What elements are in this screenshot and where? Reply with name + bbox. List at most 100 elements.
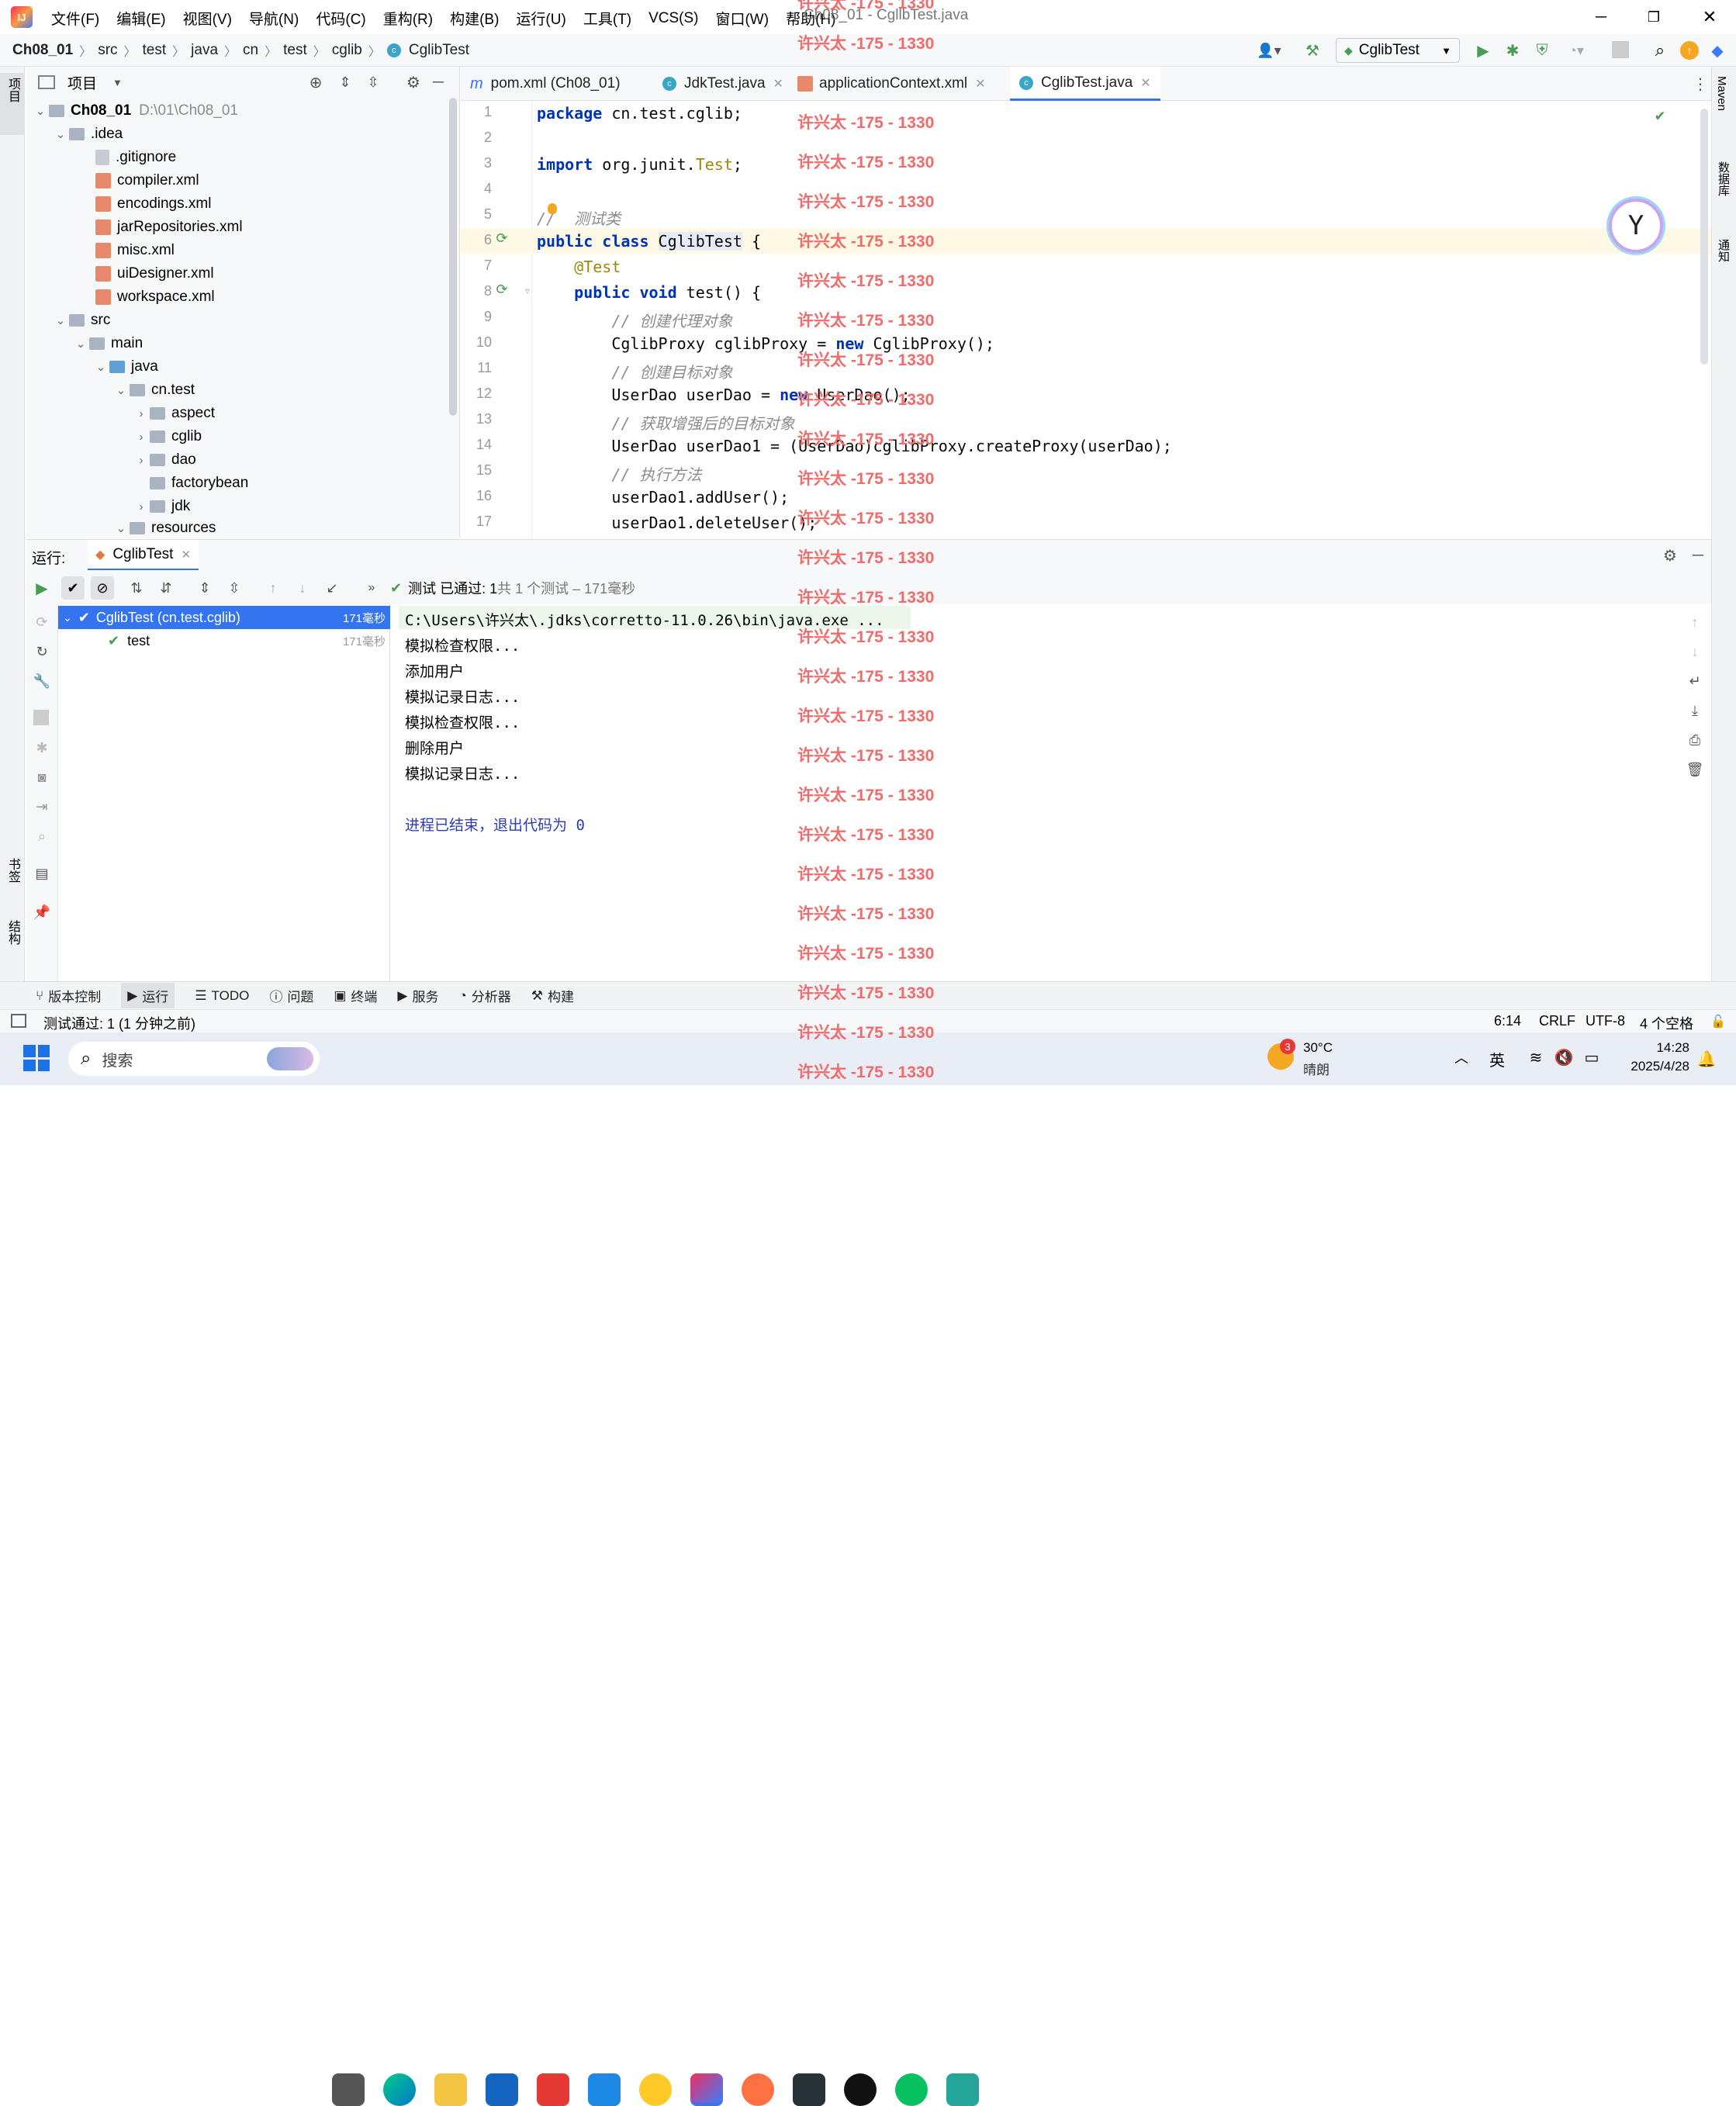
search-icon[interactable]: ⌕ xyxy=(1649,40,1671,61)
close-tab-icon[interactable]: ✕ xyxy=(975,76,985,92)
test-tree-row-class[interactable]: ⌄ ✔ CglibTest (cn.test.cglib) 171毫秒 xyxy=(58,606,390,629)
flower-app-icon[interactable] xyxy=(639,2073,672,2106)
breadcrumb-item[interactable]: java xyxy=(191,42,218,59)
project-tool-button[interactable]: 项目 xyxy=(0,73,25,135)
layout-icon[interactable]: ▤ xyxy=(32,863,52,884)
more-tabs-icon[interactable]: ⋮ xyxy=(1693,73,1708,95)
console-output[interactable]: C:\Users\许兴太\.jdks\corretto-11.0.26\bin\… xyxy=(391,604,1679,981)
breadcrumb-item[interactable]: cglib xyxy=(332,42,362,59)
menu-build[interactable]: 构建(B) xyxy=(450,8,499,29)
assistant-floating-icon[interactable]: Y xyxy=(1609,199,1663,253)
expand-all-icon[interactable]: ⇕ xyxy=(195,578,215,598)
notifications-tool-button[interactable]: 通知 xyxy=(1715,239,1731,262)
close-icon[interactable]: ✕ xyxy=(1697,5,1722,29)
tree-item-uidesigner-xml[interactable]: uiDesigner.xml xyxy=(95,262,214,285)
chevron-down-icon[interactable]: ⌄ xyxy=(112,383,130,397)
breadcrumb-item[interactable]: test xyxy=(143,42,167,59)
tree-item-cglib[interactable]: › cglib xyxy=(133,425,202,448)
chevron-down-icon[interactable]: ⌄ xyxy=(112,521,130,535)
clock-date[interactable]: 2025/4/28 xyxy=(1609,1059,1689,1074)
debug-icon[interactable]: ✱ xyxy=(1502,40,1523,61)
menu-navigate[interactable]: 导航(N) xyxy=(249,8,299,29)
menu-code[interactable]: 代码(C) xyxy=(316,8,365,29)
tree-item-misc-xml[interactable]: misc.xml xyxy=(95,239,175,262)
previous-icon[interactable]: ↑ xyxy=(263,578,283,598)
caret-position[interactable]: 6:14 xyxy=(1494,1013,1521,1029)
tree-item-jdk[interactable]: › jdk xyxy=(133,495,191,518)
wifi-icon[interactable]: ≋ xyxy=(1525,1046,1547,1068)
structure-tool-button[interactable]: 结构 xyxy=(0,920,25,974)
next-icon[interactable]: ↓ xyxy=(292,578,313,598)
file-encoding[interactable]: UTF-8 xyxy=(1586,1013,1625,1029)
tree-item-project-root[interactable]: ⌄ Ch08_01 D:\01\Ch08_01 xyxy=(32,99,238,123)
status-message[interactable]: 测试通过: 1 (1 分钟之前) xyxy=(43,1013,195,1033)
clock-time[interactable]: 14:28 xyxy=(1623,1040,1689,1056)
show-ignored-icon[interactable]: ⊘ xyxy=(91,576,114,600)
menu-edit[interactable]: 编辑(E) xyxy=(116,8,165,29)
qq-icon[interactable] xyxy=(844,2073,877,2106)
rerun-failed-icon[interactable]: ⟳ xyxy=(32,612,52,632)
breadcrumb-project[interactable]: Ch08_01 xyxy=(12,42,73,59)
chevron-down-icon[interactable]: ⌄ xyxy=(52,127,69,141)
close-tab-icon[interactable]: ✕ xyxy=(773,76,783,92)
chevron-down-icon[interactable]: ▼ xyxy=(112,77,123,88)
soft-wrap-icon[interactable]: ↵ xyxy=(1685,671,1705,691)
build-hammer-icon[interactable]: ⚒ xyxy=(1302,40,1323,61)
tree-item-workspace-xml[interactable]: workspace.xml xyxy=(95,285,215,309)
print-icon[interactable]: ⎙ xyxy=(1685,730,1705,750)
exit-icon[interactable]: ⇥ xyxy=(32,797,52,817)
collapse-all-icon[interactable]: ⇳ xyxy=(364,73,382,92)
tool-profiler[interactable]: ◔ 分析器 xyxy=(458,986,510,1005)
chevron-right-icon[interactable]: › xyxy=(133,407,150,420)
tool-services[interactable]: ▶ 服务 xyxy=(397,986,438,1005)
chevron-down-icon[interactable]: ⌄ xyxy=(52,313,69,327)
battery-icon[interactable]: ▭ xyxy=(1581,1046,1603,1068)
p-app-icon[interactable] xyxy=(588,2073,621,2106)
breadcrumb-item[interactable]: CglibTest xyxy=(409,42,469,59)
chevron-down-icon[interactable]: ⌄ xyxy=(32,104,49,118)
sort-alpha-icon[interactable]: ⇅ xyxy=(126,578,147,598)
tree-item-java[interactable]: ⌄ java xyxy=(92,355,158,379)
menu-window[interactable]: 窗口(W) xyxy=(715,8,769,29)
scrollbar[interactable] xyxy=(449,98,457,416)
tool-run[interactable]: ▶ 运行 xyxy=(121,983,175,1008)
stop-icon[interactable] xyxy=(33,710,49,725)
scrollbar[interactable] xyxy=(1700,109,1708,365)
restore-icon[interactable]: ❐ xyxy=(1641,5,1666,29)
chevron-right-icon[interactable]: › xyxy=(133,431,150,444)
debug-icon[interactable]: ✱ xyxy=(32,738,52,758)
tree-item-dao[interactable]: › dao xyxy=(133,448,196,472)
trash-icon[interactable]: 🗑 xyxy=(1685,759,1705,780)
tree-item-jarrepositories-xml[interactable]: jarRepositories.xml xyxy=(95,216,243,239)
tab-applicationcontext[interactable]: applicationContext.xml ✕ xyxy=(788,67,995,101)
scroll-to-end-icon[interactable]: ⤓ xyxy=(1685,700,1705,721)
taskview-icon[interactable] xyxy=(332,2073,365,2106)
lock-icon[interactable]: 🔓 xyxy=(1710,1013,1727,1030)
lightbulb-icon[interactable] xyxy=(548,203,557,214)
tree-item-main[interactable]: ⌄ main xyxy=(72,332,143,355)
down-icon[interactable]: ↓ xyxy=(1685,641,1705,662)
gear-icon[interactable]: ⚙ xyxy=(404,73,423,92)
test-tree-row-method[interactable]: ✔ test 171毫秒 xyxy=(58,629,390,652)
wps-icon[interactable] xyxy=(537,2073,569,2106)
tool-terminal[interactable]: ▣ 终端 xyxy=(334,986,377,1005)
line-ending[interactable]: CRLF xyxy=(1539,1013,1575,1029)
user-icon[interactable]: 👤▾ xyxy=(1254,40,1285,61)
screen-app-icon[interactable] xyxy=(946,2073,979,2106)
start-icon[interactable] xyxy=(23,1045,50,1071)
sort-duration-icon[interactable]: ⇵ xyxy=(156,578,176,598)
tree-item-resources[interactable]: ⌄ resources xyxy=(112,517,216,540)
maven-tool-button[interactable]: Maven xyxy=(1715,76,1728,111)
chevron-down-icon[interactable]: ⌄ xyxy=(72,337,89,351)
export-icon[interactable]: ↙ xyxy=(322,578,342,598)
tool-vcs[interactable]: ⑂ 版本控制 xyxy=(36,986,101,1005)
tree-item-aspect[interactable]: › aspect xyxy=(133,402,215,425)
tree-item-encodings-xml[interactable]: encodings.xml xyxy=(95,192,211,216)
close-tab-icon[interactable]: ✕ xyxy=(1140,75,1150,91)
hide-panel-icon[interactable]: ─ xyxy=(429,73,448,92)
menu-view[interactable]: 视图(V) xyxy=(183,8,232,29)
gear-icon[interactable]: ⚙ xyxy=(1661,546,1679,565)
volume-muted-icon[interactable]: 🔇 xyxy=(1553,1046,1575,1068)
run-test-gutter-icon[interactable]: ⟳ xyxy=(493,281,510,298)
rerun-icon[interactable]: ▶ xyxy=(32,578,52,598)
